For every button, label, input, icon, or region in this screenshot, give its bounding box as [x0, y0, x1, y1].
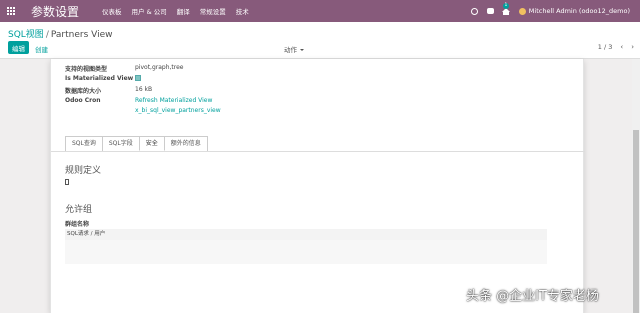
rules-title: 规则定义	[65, 166, 102, 176]
materialized-checkbox	[135, 75, 141, 81]
pager: 1 / 3 ‹ ›	[598, 43, 634, 51]
rules-checkbox[interactable]	[65, 179, 69, 185]
app-title: 参数设置	[31, 4, 80, 19]
menu-general-settings[interactable]: 常规设置	[200, 6, 226, 16]
cron-label: Odoo Cron	[65, 97, 101, 104]
cron-link-refresh[interactable]: Refresh Materialized View	[135, 97, 212, 104]
notebook-tabs: SQL查询 SQL字段 安全 额外的信息	[65, 136, 208, 151]
group-name-header: 群组名称	[65, 221, 90, 228]
tab-extra-info[interactable]: 额外的信息	[163, 136, 208, 151]
create-button[interactable]: 创建	[35, 44, 48, 54]
apps-menu-icon[interactable]	[0, 0, 22, 22]
next-record-icon[interactable]: ›	[631, 43, 634, 51]
top-menu: 仪表板 用户 & 公司 翻译 常规设置 技术	[102, 6, 259, 16]
control-panel: SQL视图 / Partners View 编辑 创建 动作 1 / 3 ‹ ›	[0, 22, 640, 59]
field-db-size: 数据库的大小 16 kB	[65, 86, 152, 95]
materialized-label: Is Materialized View	[65, 75, 134, 82]
pager-value[interactable]: 1 / 3	[598, 43, 613, 51]
tab-divider	[51, 151, 585, 152]
prev-record-icon[interactable]: ‹	[620, 43, 623, 51]
caret-down-icon	[300, 49, 304, 51]
menu-users-companies[interactable]: 用户 & 公司	[132, 6, 167, 16]
menu-technical[interactable]: 技术	[236, 6, 249, 16]
breadcrumb-separator: /	[45, 30, 49, 40]
field-view-types: 支持的视图类型 pivot,graph,tree	[65, 64, 184, 73]
cron-link-view[interactable]: x_bi_sql_view_partners_view	[135, 107, 221, 114]
tab-security[interactable]: 安全	[138, 136, 165, 151]
activity-clock-icon[interactable]	[470, 7, 478, 15]
db-size-label: 数据库的大小	[65, 88, 102, 95]
table-empty-area	[65, 240, 547, 264]
actions-dropdown[interactable]: 动作	[284, 44, 304, 54]
breadcrumb: SQL视图 / Partners View	[8, 27, 112, 40]
menu-translations[interactable]: 翻译	[177, 6, 190, 16]
view-types-label: 支持的视图类型	[65, 66, 108, 73]
scrollbar-thumb[interactable]	[633, 130, 639, 313]
field-materialized: Is Materialized View	[65, 75, 141, 82]
tab-sql-query[interactable]: SQL查询	[65, 136, 103, 151]
form-sheet: 支持的视图类型 pivot,graph,tree Is Materialized…	[50, 59, 585, 313]
tab-sql-fields[interactable]: SQL字段	[101, 136, 140, 151]
top-navbar: 参数设置 仪表板 用户 & 公司 翻译 常规设置 技术 Mitchell Adm…	[0, 0, 640, 22]
menu-dashboard[interactable]: 仪表板	[102, 6, 122, 16]
watermark: 头条 @企业IT专家老杨	[466, 289, 599, 304]
breadcrumb-current: Partners View	[50, 30, 113, 40]
table-row[interactable]: SQL请求 / 用户	[65, 229, 547, 240]
chat-icon[interactable]	[486, 8, 494, 15]
actions-label: 动作	[284, 46, 297, 54]
groups-title: 允许组	[65, 205, 93, 215]
message-count-badge: 1	[503, 3, 509, 9]
field-cron: Odoo Cron Refresh Materialized View	[65, 97, 212, 104]
avatar[interactable]	[518, 7, 526, 15]
breadcrumb-parent[interactable]: SQL视图	[8, 30, 44, 40]
view-types-value: pivot,graph,tree	[135, 64, 184, 71]
db-size-value: 16 kB	[135, 86, 153, 93]
user-menu[interactable]: Mitchell Admin (odoo12_demo)	[529, 7, 630, 15]
edit-button[interactable]: 编辑	[8, 41, 29, 54]
